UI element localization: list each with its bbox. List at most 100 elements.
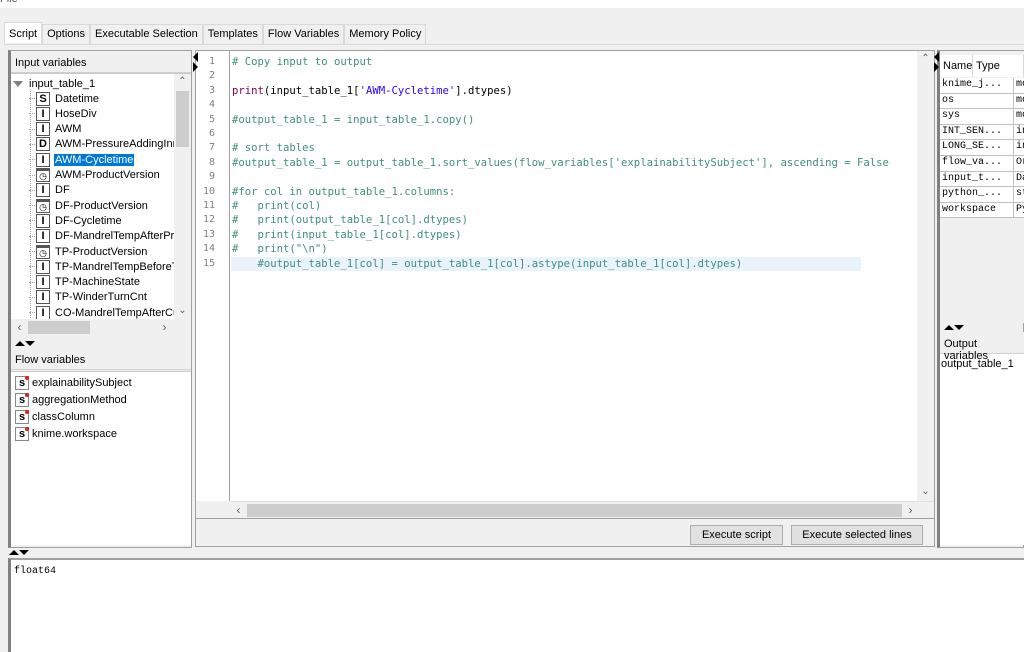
- collapse-up-icon[interactable]: [9, 550, 19, 555]
- table-row[interactable]: osmo: [940, 93, 1024, 110]
- collapse-up-icon[interactable]: [15, 341, 25, 346]
- collapse-up-icon[interactable]: [944, 325, 954, 330]
- scroll-left-icon[interactable]: ‹: [11, 319, 28, 335]
- code-editor[interactable]: 1 2 3 4 5 6 7 8 9 10 11 12 13 14 15 # Copy input to ou…: [196, 51, 934, 501]
- code-line[interactable]: [231, 98, 232, 112]
- console-output[interactable]: float64: [8, 558, 1024, 652]
- code-line[interactable]: [231, 127, 232, 141]
- scroll-up-icon[interactable]: ⌃: [174, 74, 191, 90]
- line-number: 6: [208, 128, 215, 139]
- editor-vscroll-track: ⌃ ⌄: [917, 51, 934, 501]
- tree-item[interactable]: ◷ AWM-ProductVersion: [29, 168, 161, 183]
- tab-templates[interactable]: Templates: [202, 24, 263, 44]
- collapse-down-icon[interactable]: [19, 550, 29, 555]
- tree-root-input-table[interactable]: input_table_1: [13, 76, 96, 91]
- splitter-right[interactable]: [944, 324, 964, 331]
- integer-type-icon: I: [36, 305, 50, 320]
- code-line[interactable]: # print(output_table_1[col].dtypes): [231, 213, 468, 227]
- splitter-vertical-left[interactable]: [193, 52, 198, 72]
- code-line[interactable]: #output_table_1 = output_table_1.sort_va…: [231, 156, 889, 170]
- flow-variable-item[interactable]: s classColumn: [15, 409, 95, 425]
- editor-vertical-scrollbar[interactable]: ⌃ ⌄: [917, 51, 934, 501]
- tab-executable-selection[interactable]: Executable Selection: [90, 24, 203, 44]
- code-line[interactable]: [231, 170, 232, 184]
- code-line[interactable]: # print(input_table_1[col].dtypes): [231, 228, 462, 242]
- menu-file[interactable]: File: [0, 0, 18, 5]
- table-row[interactable]: input_t...Da: [940, 171, 1024, 188]
- flow-variable-item[interactable]: s aggregationMethod: [15, 392, 127, 408]
- scroll-down-icon[interactable]: ⌄: [917, 484, 934, 500]
- collapse-right-icon[interactable]: [934, 62, 939, 72]
- table-row[interactable]: sysmo: [940, 109, 1024, 125]
- tree-item[interactable]: I DF-Cycletime: [29, 213, 123, 228]
- scroll-down-icon[interactable]: ⌄: [174, 303, 191, 319]
- tree-item[interactable]: I DF-MandrelTempAfterPreHe: [29, 229, 191, 244]
- code-line[interactable]: # sort tables: [231, 141, 315, 155]
- table-row[interactable]: python_...st: [940, 187, 1024, 203]
- tree-horizontal-scrollbar[interactable]: ‹ ›: [11, 319, 191, 335]
- code-line[interactable]: # print("\n"): [231, 242, 328, 256]
- line-number: 2: [208, 70, 215, 82]
- code-area[interactable]: # Copy input to output print(input_table_…: [231, 51, 916, 501]
- code-line[interactable]: #for col in output_table_1.columns:: [231, 185, 455, 199]
- collapse-right-icon[interactable]: [193, 62, 198, 72]
- code-line[interactable]: # print(col): [231, 199, 321, 213]
- tab-memory-policy[interactable]: Memory Policy: [344, 24, 427, 44]
- splitter-left[interactable]: [15, 340, 35, 347]
- scroll-right-icon[interactable]: ›: [156, 319, 173, 335]
- scroll-right-icon[interactable]: ›: [902, 502, 919, 519]
- tree-item[interactable]: S Datetime: [29, 91, 100, 106]
- splitter-console[interactable]: [9, 549, 29, 556]
- integer-type-icon: I: [36, 152, 50, 167]
- collapse-down-icon[interactable]: [25, 341, 35, 346]
- table-row[interactable]: workspacePy: [940, 202, 1024, 219]
- tree-item[interactable]: D AWM-PressureAddingInner: [29, 137, 189, 152]
- table-row[interactable]: LONG_SE...in: [940, 140, 1024, 156]
- tree-item-label: TP-WinderTurnCnt: [55, 291, 147, 304]
- tree-item[interactable]: I AWM: [29, 122, 82, 137]
- tree-item[interactable]: I AWM-Cycletime: [29, 152, 135, 167]
- code-line[interactable]: #output_table_1[col] = output_table_1[co…: [231, 256, 861, 271]
- tree-item[interactable]: I TP-MandrelTempBeforeTap: [29, 259, 191, 274]
- workspace-variables-table[interactable]: Name Type knime_j...moosmosysmoINT_SEN..…: [940, 51, 1024, 323]
- code-line[interactable]: #output_table_1 = input_table_1.copy(): [231, 113, 474, 127]
- table-row[interactable]: INT_SEN...in: [940, 124, 1024, 141]
- tab-script[interactable]: Script: [4, 22, 43, 43]
- tree-item[interactable]: I CO-MandrelTempAfterCurir: [29, 305, 190, 320]
- column-header-type[interactable]: Type: [973, 55, 1024, 77]
- tree-vertical-scrollbar[interactable]: ⌃ ⌄: [174, 74, 191, 319]
- code-token-comment: # sort tables: [232, 142, 315, 155]
- splitter-vertical-right[interactable]: [934, 52, 939, 72]
- code-line[interactable]: print(input_table_1['AWM-Cycletime'].dty…: [231, 84, 513, 98]
- collapse-down-icon[interactable]: [954, 325, 964, 330]
- collapse-left-icon[interactable]: [193, 52, 198, 62]
- execute-selected-lines-button[interactable]: Execute selected lines: [791, 525, 923, 545]
- table-row[interactable]: knime_j...mo: [940, 78, 1024, 94]
- tree-item[interactable]: I TP-WinderTurnCnt: [29, 290, 148, 305]
- flow-variable-item[interactable]: s knime.workspace: [15, 426, 117, 442]
- column-header-name[interactable]: Name: [940, 55, 973, 77]
- input-variables-tree[interactable]: input_table_1 S Datetime I HoseDiv I AWM D AWM-…: [11, 73, 191, 335]
- code-line[interactable]: # Copy input to output: [231, 55, 372, 69]
- tab-options[interactable]: Options: [42, 24, 91, 44]
- tree-item[interactable]: I HoseDiv: [29, 106, 98, 121]
- tree-item[interactable]: I DF: [29, 183, 71, 198]
- tree-item[interactable]: I TP-MachineState: [29, 275, 141, 290]
- tab-flow-variables[interactable]: Flow Variables: [262, 24, 345, 44]
- scroll-up-icon[interactable]: ⌃: [917, 51, 934, 67]
- tree-item[interactable]: ◷ TP-ProductVersion: [29, 244, 148, 259]
- scroll-left-icon[interactable]: ‹: [230, 502, 247, 519]
- scroll-thumb[interactable]: [28, 321, 90, 334]
- scroll-thumb[interactable]: [247, 504, 902, 517]
- code-token-plain: ].dtypes): [455, 84, 513, 97]
- code-line[interactable]: [231, 69, 232, 83]
- expand-icon[interactable]: [13, 80, 23, 87]
- execute-script-button[interactable]: Execute script: [690, 525, 783, 545]
- table-row[interactable]: flow_va...Or: [940, 156, 1024, 172]
- right-panel: Name Type knime_j...moosmosysmoINT_SEN..…: [937, 50, 1024, 548]
- flow-variable-item[interactable]: s explainabilitySubject: [15, 375, 132, 391]
- editor-horizontal-scrollbar[interactable]: ‹ ›: [230, 501, 934, 519]
- collapse-left-icon[interactable]: [934, 52, 939, 62]
- tree-item[interactable]: ◷ DF-ProductVersion: [29, 198, 149, 213]
- scroll-thumb[interactable]: [176, 91, 189, 147]
